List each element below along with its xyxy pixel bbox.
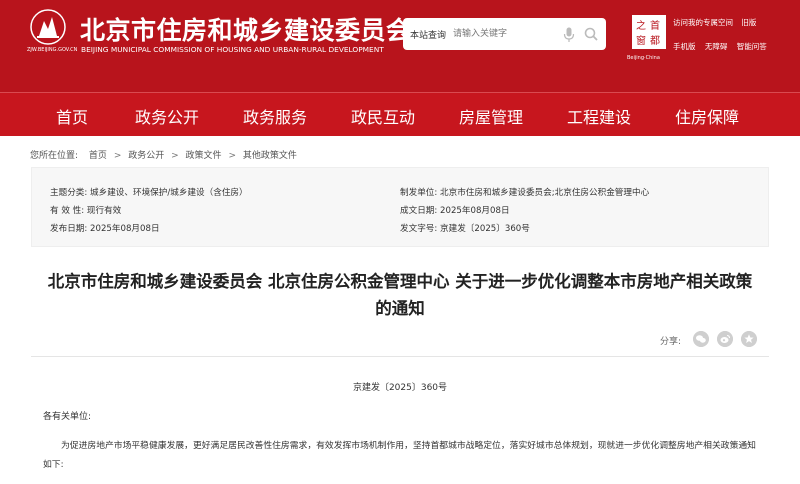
meta-created-value: 2025年08月08日 — [440, 206, 510, 216]
capital-logo-char: 窗 — [636, 34, 646, 47]
site-subtitle: BEIJING MUNICIPAL COMMISSION OF HOUSING … — [81, 45, 384, 54]
nav-item-housing-management[interactable]: 房屋管理 — [459, 104, 523, 128]
meta-topic-label: 主题分类: — [50, 188, 88, 198]
breadcrumb-item-home[interactable]: 首页 — [89, 151, 107, 161]
meta-issuer-label: 制发单位: — [400, 188, 438, 198]
nav-item-gov-affairs-open[interactable]: 政务公开 — [135, 104, 199, 128]
nav-item-home[interactable]: 首页 — [56, 104, 88, 128]
site-title[interactable]: 北京市住房和城乡建设委员会 — [80, 11, 412, 47]
meta-docno-value: 京建发〔2025〕360号 — [440, 224, 530, 234]
search-box: 本站查询 — [403, 18, 606, 50]
document-title-line1: 北京市住房和城乡建设委员会 北京住房公积金管理中心 关于进一步优化调整本市房地产… — [47, 272, 753, 291]
top-links-row1: 访问我的专属空间 旧版 — [673, 17, 762, 28]
meta-created-label: 成文日期: — [400, 206, 438, 216]
breadcrumb-item-other-policy[interactable]: 其他政策文件 — [243, 151, 297, 161]
capital-logo-char: 之 — [636, 19, 646, 32]
document-body-paragraph: 为促进房地产市场平稳健康发展，更好满足居民改善性住房需求，有效发挥市场机制作用，… — [43, 441, 756, 470]
document-salutation: 各有关单位: — [43, 412, 92, 422]
capital-logo-char: 首 — [650, 19, 660, 32]
personal-space-link[interactable]: 访问我的专属空间 — [673, 18, 733, 27]
document-metadata-panel: 主题分类: 城乡建设、环境保护/城乡建设（含住房） 有 效 性: 现行有效 发布… — [31, 167, 769, 247]
meta-publish-label: 发布日期: — [50, 224, 88, 234]
breadcrumb-separator: > — [171, 151, 179, 161]
capital-logo-caption: Beijing·China — [627, 55, 660, 61]
logo-domain-text: ZJW.BEIJING.GOV.CN — [27, 47, 78, 53]
breadcrumb-separator: > — [113, 151, 122, 161]
meta-validity: 有 效 性: 现行有效 — [50, 204, 121, 216]
content-divider — [31, 356, 769, 357]
nav-item-housing-security[interactable]: 住房保障 — [675, 104, 739, 128]
document-number: 京建发〔2025〕360号 — [352, 383, 448, 393]
nav-item-interaction[interactable]: 政民互动 — [351, 104, 415, 128]
microphone-icon[interactable] — [563, 27, 575, 43]
accessibility-link[interactable]: 无障碍 — [705, 42, 728, 51]
search-input[interactable] — [453, 26, 553, 42]
meta-topic: 主题分类: 城乡建设、环境保护/城乡建设（含住房） — [50, 186, 248, 198]
capital-logo-char: 都 — [650, 35, 660, 47]
breadcrumb-item-policy-docs[interactable]: 政策文件 — [186, 151, 222, 161]
breadcrumb: 您所在位置: 首页 > 政务公开 > 政策文件 > 其他政策文件 — [30, 148, 297, 161]
meta-validity-value: 现行有效 — [86, 206, 122, 216]
top-links-row2: 手机版 无障碍 智能问答 — [673, 41, 774, 52]
meta-validity-label: 有 效 性: — [50, 206, 85, 216]
meta-doc-number: 发文字号: 京建发〔2025〕360号 — [400, 222, 530, 234]
breadcrumb-prefix: 您所在位置: — [30, 151, 79, 161]
favorite-icon[interactable] — [741, 331, 757, 347]
smart-qa-link[interactable]: 智能问答 — [737, 42, 767, 51]
meta-issuer: 制发单位: 北京市住房和城乡建设委员会;北京住房公积金管理中心 — [400, 186, 649, 198]
wechat-icon[interactable] — [693, 331, 709, 347]
nav-item-gov-services[interactable]: 政务服务 — [243, 104, 307, 128]
weibo-icon[interactable] — [717, 331, 733, 347]
site-emblem-icon[interactable] — [30, 9, 66, 45]
site-header: ZJW.BEIJING.GOV.CN 北京市住房和城乡建设委员会 BEIJING… — [0, 0, 800, 92]
capital-window-logo[interactable]: 之 首 窗 都 — [632, 15, 666, 49]
meta-issuer-value: 北京市住房和城乡建设委员会;北京住房公积金管理中心 — [440, 188, 650, 198]
search-icon[interactable] — [584, 27, 598, 41]
meta-created-date: 成文日期: 2025年08月08日 — [400, 204, 510, 216]
meta-topic-value: 城乡建设、环境保护/城乡建设（含住房） — [90, 188, 248, 198]
share-label: 分享: — [660, 337, 682, 347]
search-scope-select[interactable]: 本站查询 — [410, 28, 446, 41]
breadcrumb-item-gov-open[interactable]: 政务公开 — [128, 151, 164, 161]
nav-item-construction[interactable]: 工程建设 — [567, 104, 631, 128]
document-title: 北京市住房和城乡建设委员会 北京住房公积金管理中心 关于进一步优化调整本市房地产… — [20, 268, 780, 322]
document-title-line2: 的通知 — [375, 299, 425, 318]
breadcrumb-separator: > — [228, 151, 236, 161]
mobile-version-link[interactable]: 手机版 — [673, 42, 696, 51]
meta-publish-date: 发布日期: 2025年08月08日 — [50, 222, 160, 234]
main-nav: 首页 政务公开 政务服务 政民互动 房屋管理 工程建设 住房保障 — [0, 92, 800, 136]
meta-publish-value: 2025年08月08日 — [90, 224, 160, 234]
meta-docno-label: 发文字号: — [400, 224, 438, 234]
old-version-link[interactable]: 旧版 — [741, 18, 756, 27]
